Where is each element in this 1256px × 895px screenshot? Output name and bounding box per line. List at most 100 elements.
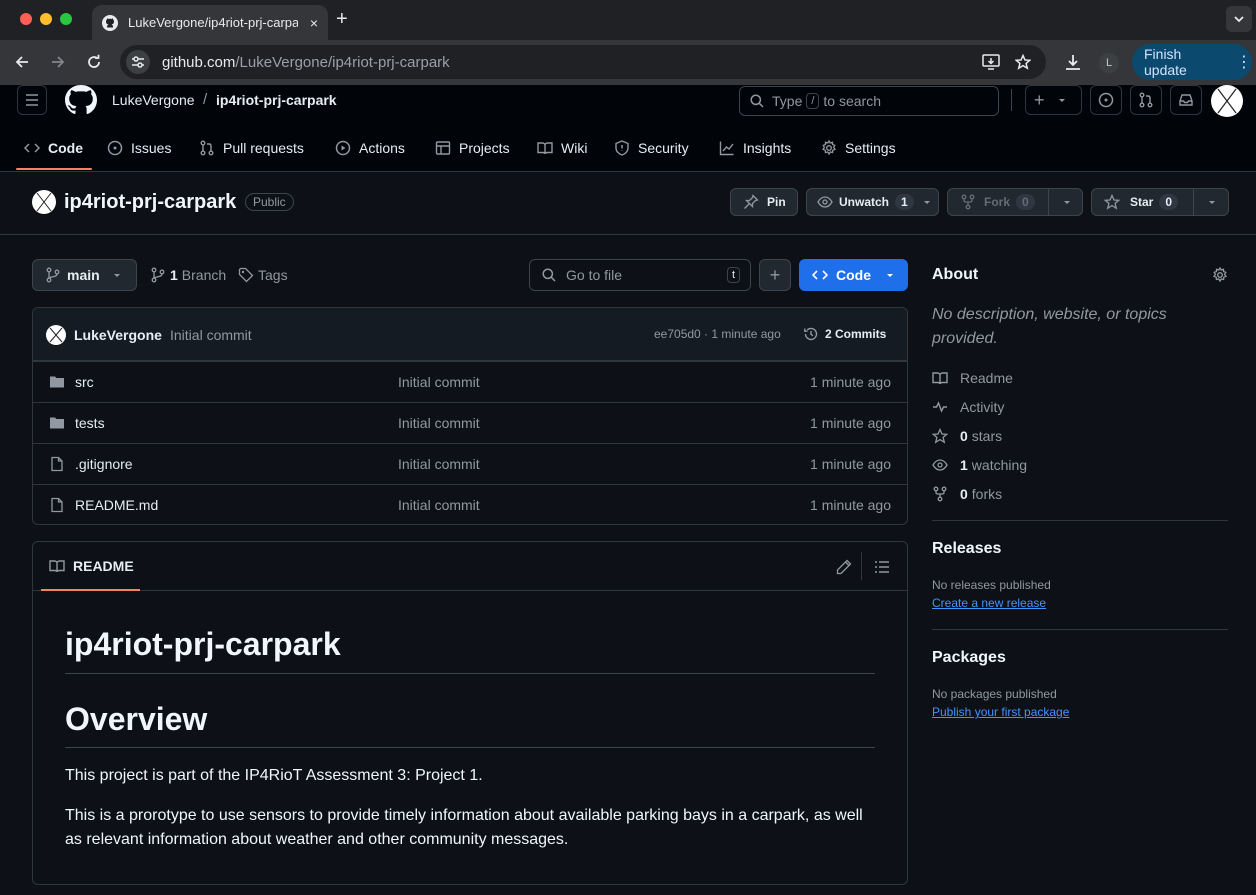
pull-requests-header-button[interactable] <box>1130 85 1162 115</box>
readme-link-label: Readme <box>960 370 1013 386</box>
url-domain: github.com <box>162 53 236 71</box>
file-name[interactable]: src <box>75 374 94 390</box>
back-arrow-icon[interactable] <box>14 54 30 70</box>
pencil-icon[interactable] <box>836 559 852 575</box>
file-name[interactable]: .gitignore <box>75 456 133 472</box>
readme-link[interactable]: Readme <box>932 368 1013 388</box>
activity-link-label: Activity <box>960 399 1005 415</box>
chevron-down-icon[interactable] <box>1207 197 1217 207</box>
packages-heading[interactable]: Packages <box>932 649 1006 667</box>
file-name[interactable]: README.md <box>75 497 158 513</box>
global-menu-button[interactable] <box>17 85 47 115</box>
releases-heading[interactable]: Releases <box>932 540 1001 558</box>
file-commit-message[interactable]: Initial commit <box>398 415 480 431</box>
profile-avatar[interactable]: L <box>1099 53 1119 73</box>
browser-tab[interactable]: LukeVergone/ip4riot-prj-carpark × <box>92 5 328 40</box>
new-tab-button[interactable]: + <box>336 8 348 31</box>
forward-arrow-icon[interactable] <box>50 54 66 70</box>
commit-message[interactable]: Initial commit <box>170 327 252 343</box>
commit-author-avatar[interactable] <box>46 325 66 345</box>
readme-heading-2: Overview <box>65 701 208 737</box>
add-file-button[interactable]: + <box>759 259 791 291</box>
repo-link[interactable]: ip4riot-prj-carpark <box>216 92 337 108</box>
go-to-file-key: t <box>726 267 740 283</box>
history-icon <box>804 327 818 341</box>
tab-projects[interactable]: Projects <box>435 137 510 159</box>
window-maximize-button[interactable] <box>60 13 72 25</box>
list-unordered-icon[interactable] <box>874 559 890 575</box>
tab-wiki[interactable]: Wiki <box>537 137 587 159</box>
repo-title[interactable]: ip4riot-prj-carpark <box>64 191 236 214</box>
tab-actions[interactable]: Actions <box>335 137 405 159</box>
tab-close-icon[interactable]: × <box>310 15 318 31</box>
branch-count-link[interactable]: 1 Branch <box>150 266 226 284</box>
commit-hash-time[interactable]: ee705d0 · 1 minute ago <box>654 327 781 341</box>
create-new-button[interactable]: + <box>1025 85 1082 115</box>
publish-package-link[interactable]: Publish your first package <box>932 705 1069 719</box>
window-minimize-button[interactable] <box>40 13 52 25</box>
table-icon <box>435 141 451 155</box>
readme-heading-1: ip4riot-prj-carpark <box>65 626 341 662</box>
stars-link[interactable]: 0 stars <box>932 426 1002 446</box>
tags-link[interactable]: Tags <box>238 266 288 284</box>
gear-icon <box>821 140 837 156</box>
tab-code[interactable]: Code <box>24 137 83 159</box>
download-icon[interactable] <box>1064 53 1082 71</box>
unwatch-button[interactable]: Unwatch 1 <box>806 188 939 216</box>
user-avatar[interactable] <box>1211 85 1243 117</box>
file-commit-message[interactable]: Initial commit <box>398 497 480 513</box>
watching-link[interactable]: 1 watching <box>932 455 1027 475</box>
commits-link[interactable]: 2 Commits <box>803 325 886 343</box>
forks-link[interactable]: 0 forks <box>932 484 1002 504</box>
install-app-icon[interactable] <box>982 54 1000 70</box>
search-prefix: Type <box>772 93 803 109</box>
github-logo-icon[interactable] <box>65 85 97 115</box>
pulse-icon <box>933 401 947 413</box>
browser-menu-icon[interactable]: ⋮ <box>1236 52 1252 72</box>
branch-count-label: Branch <box>181 267 227 283</box>
commit-author[interactable]: LukeVergone <box>74 327 162 343</box>
go-to-file-input[interactable]: Go to file t <box>529 259 751 291</box>
inbox-header-button[interactable] <box>1170 85 1202 115</box>
graph-icon <box>719 141 734 156</box>
reload-icon[interactable] <box>86 54 102 70</box>
table-row[interactable]: .gitignore Initial commit 1 minute ago <box>33 443 907 484</box>
owner-link[interactable]: LukeVergone <box>112 92 195 108</box>
tab-search-button[interactable] <box>1226 6 1252 32</box>
readme-panel: README ip4riot-prj-carpark Overview This… <box>32 541 908 885</box>
gear-icon[interactable] <box>1212 267 1228 283</box>
code-dropdown-button[interactable]: Code <box>799 259 908 291</box>
hamburger-icon <box>26 94 38 106</box>
pin-button[interactable]: Pin <box>730 188 798 216</box>
file-commit-message[interactable]: Initial commit <box>398 456 480 472</box>
star-button[interactable]: Star 0 <box>1091 188 1229 216</box>
file-name[interactable]: tests <box>75 415 105 431</box>
activity-link[interactable]: Activity <box>932 397 1004 417</box>
window-close-button[interactable] <box>20 13 32 25</box>
file-icon <box>51 497 63 513</box>
tab-issues[interactable]: Issues <box>107 137 171 159</box>
branch-selector[interactable]: main <box>32 259 137 291</box>
tab-pull-requests[interactable]: Pull requests <box>199 137 304 159</box>
tab-settings[interactable]: Settings <box>821 137 896 159</box>
tab-security[interactable]: Security <box>614 137 689 159</box>
readme-tab[interactable]: README <box>41 542 140 591</box>
tab-insights-label: Insights <box>743 140 792 156</box>
table-row[interactable]: src Initial commit 1 minute ago <box>33 361 907 402</box>
header-divider <box>1011 89 1012 111</box>
create-release-link[interactable]: Create a new release <box>932 596 1046 610</box>
issues-header-button[interactable] <box>1090 85 1122 115</box>
fork-button[interactable]: Fork 0 <box>947 188 1083 216</box>
table-row[interactable]: README.md Initial commit 1 minute ago <box>33 484 907 524</box>
file-commit-message[interactable]: Initial commit <box>398 374 480 390</box>
address-bar[interactable]: github.com/LukeVergone/ip4riot-prj-carpa… <box>120 45 1046 79</box>
finish-update-button[interactable]: Finish update ⋮ <box>1132 44 1252 80</box>
site-info-button[interactable] <box>126 50 150 74</box>
file-icon <box>51 456 63 472</box>
tab-insights[interactable]: Insights <box>719 137 791 159</box>
table-row[interactable]: tests Initial commit 1 minute ago <box>33 402 907 443</box>
chevron-down-icon[interactable] <box>1062 197 1072 207</box>
bookmark-star-icon[interactable] <box>1015 54 1031 70</box>
search-input[interactable]: Type / to search <box>739 86 999 116</box>
avatar-x-icon <box>49 327 63 343</box>
